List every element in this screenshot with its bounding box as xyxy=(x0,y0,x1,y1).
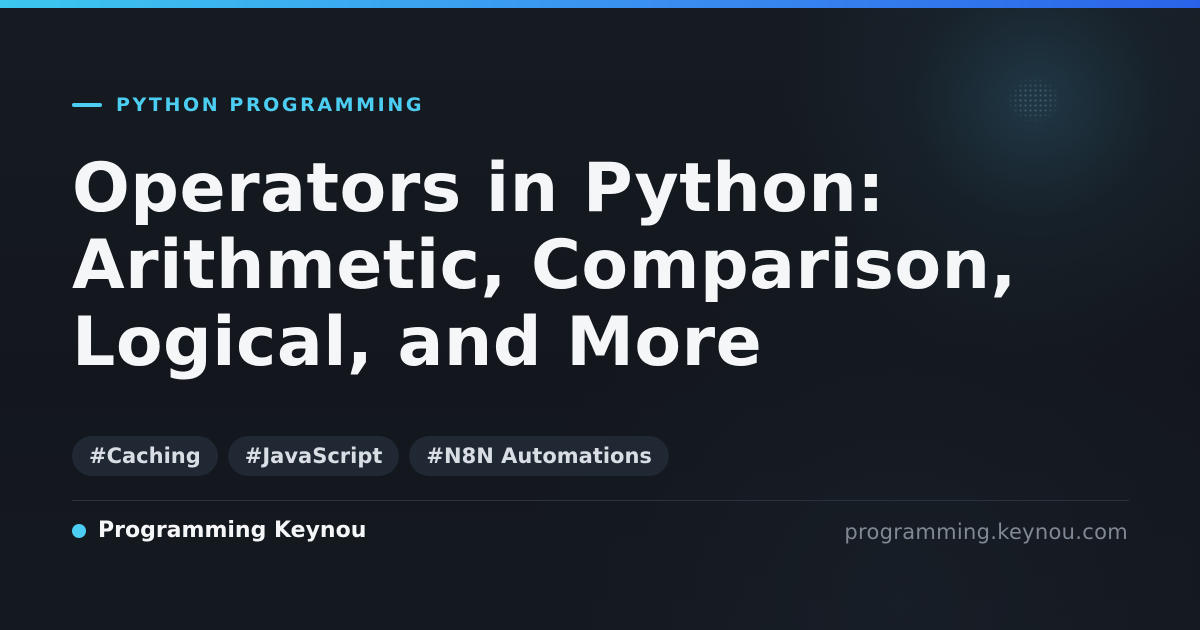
tag-chip: #Caching xyxy=(72,436,218,476)
category-label: PYTHON PROGRAMMING xyxy=(116,94,425,116)
brand-dot-icon xyxy=(72,523,86,538)
accent-top-bar xyxy=(0,0,1200,8)
tag-chip: #JavaScript xyxy=(227,436,400,476)
footer-divider xyxy=(72,500,1129,501)
site-url: programming.keynou.com xyxy=(844,520,1128,544)
tag-list: #Caching #JavaScript #N8N Automations xyxy=(72,436,669,476)
tag-chip: #N8N Automations xyxy=(409,436,669,476)
eyebrow-line-icon xyxy=(72,103,102,107)
decorative-dot-pattern xyxy=(1008,78,1060,122)
brand-name: Programming Keynou xyxy=(98,518,367,543)
article-title: Operators in Python: Arithmetic, Compari… xyxy=(72,149,1017,382)
category-eyebrow: PYTHON PROGRAMMING xyxy=(72,94,424,116)
brand: Programming Keynou xyxy=(72,518,366,543)
og-card: PYTHON PROGRAMMING Operators in Python: … xyxy=(0,0,1200,630)
